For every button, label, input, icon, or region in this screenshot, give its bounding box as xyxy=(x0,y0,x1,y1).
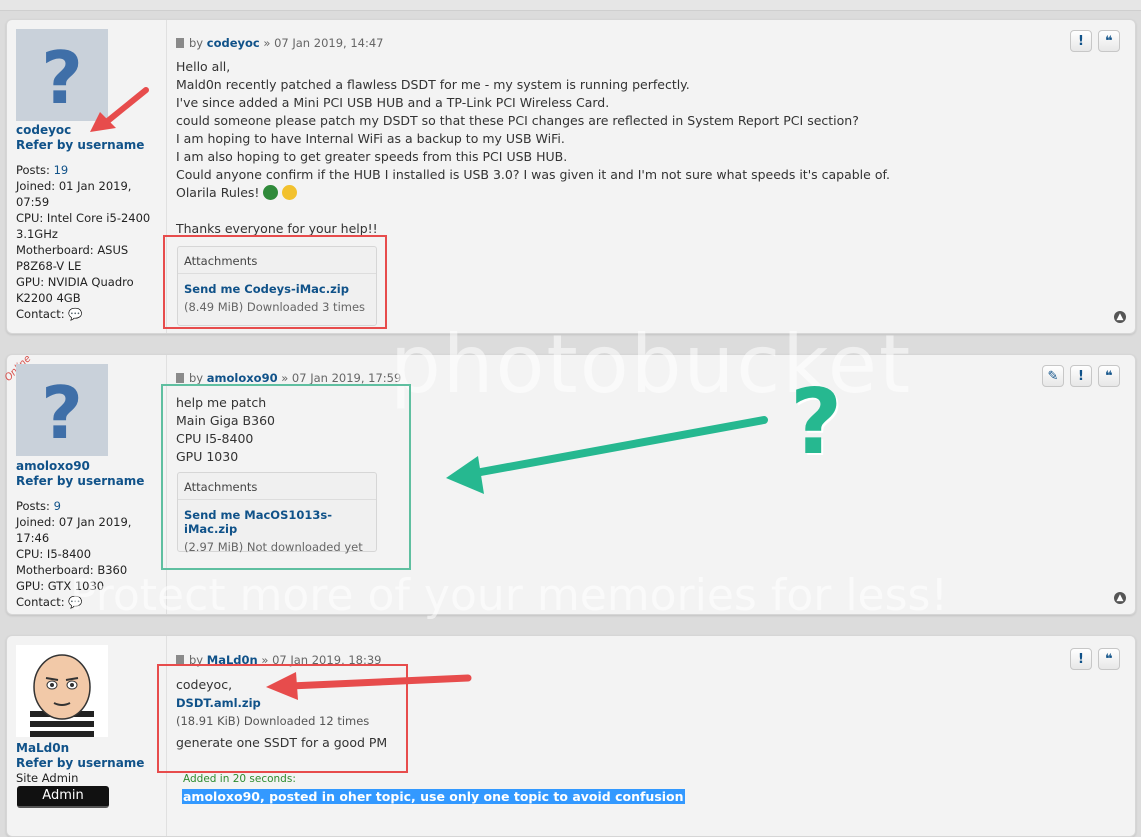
gpu-label: GPU: xyxy=(16,275,45,289)
content-line xyxy=(176,202,890,220)
content-line: could someone please patch my DSDT so th… xyxy=(176,113,859,128)
post-count-link[interactable]: 19 xyxy=(54,163,69,177)
red-highlight-box-attachment xyxy=(163,235,387,329)
post-buttons: ! ❝ xyxy=(1070,30,1120,52)
post-buttons: ! ❝ xyxy=(1070,648,1120,670)
post-header: by amoloxo90 » 07 Jan 2019, 17:59 xyxy=(176,371,401,385)
refer-by-username-link[interactable]: Refer by username xyxy=(16,474,144,488)
refer-by-username-link[interactable]: Refer by username xyxy=(16,756,144,770)
gpu-label: GPU: xyxy=(16,579,45,593)
joined-label: Joined: xyxy=(16,179,56,193)
contact-label: Contact: xyxy=(16,595,65,609)
avatar[interactable] xyxy=(16,645,108,737)
post-header: by codeyoc » 07 Jan 2019, 14:47 xyxy=(176,36,383,50)
green-highlight-box-post xyxy=(161,384,411,570)
report-button[interactable]: ! xyxy=(1070,648,1092,670)
refer-by-username-link[interactable]: Refer by username xyxy=(16,138,144,152)
post-content: Hello all, Mald0n recently patched a fla… xyxy=(176,58,890,238)
quote-button[interactable]: ❝ xyxy=(1098,30,1120,52)
svg-text:?: ? xyxy=(41,371,83,455)
rank-title: Site Admin xyxy=(16,771,79,785)
contact-label: Contact: xyxy=(16,307,65,321)
username-link[interactable]: MaLd0n xyxy=(16,741,69,755)
content-line: I am also hoping to get greater speeds f… xyxy=(176,149,568,164)
smiley-grin-icon xyxy=(282,185,298,200)
post-date: » 07 Jan 2019, 17:59 xyxy=(281,371,402,385)
content-line: Mald0n recently patched a flawless DSDT … xyxy=(176,77,690,92)
profile-info: Posts: 19 Joined: 01 Jan 2019, 07:59 CPU… xyxy=(16,162,156,322)
by-label: by xyxy=(189,36,204,50)
edit-icon: ✎ xyxy=(1047,369,1059,384)
admin-badge: Admin xyxy=(17,786,109,808)
header-author-link[interactable]: codeyoc xyxy=(207,36,260,50)
quote-icon: ❝ xyxy=(1105,652,1113,667)
motherboard-label: Motherboard: xyxy=(16,243,94,257)
post-icon xyxy=(176,38,184,48)
previous-post-edge xyxy=(0,0,1141,11)
report-icon: ! xyxy=(1078,652,1084,667)
content-line: Hello all, xyxy=(176,59,231,74)
avatar[interactable]: ? xyxy=(16,29,108,121)
posts-label: Posts: xyxy=(16,163,50,177)
cartoon-avatar-icon xyxy=(16,645,108,737)
back-to-top-icon[interactable]: ▲ xyxy=(1114,311,1126,323)
post-icon xyxy=(176,373,184,383)
added-note: Added in 20 seconds: xyxy=(183,773,296,785)
green-question-mark-icon: ? xyxy=(790,370,843,475)
quote-button[interactable]: ❝ xyxy=(1098,365,1120,387)
cpu-value: I5-8400 xyxy=(46,547,92,561)
content-line: Olarila Rules! xyxy=(176,185,260,200)
username-link[interactable]: amoloxo90 xyxy=(16,459,90,473)
back-to-top-icon[interactable]: ▲ xyxy=(1114,592,1126,604)
avatar[interactable]: ? xyxy=(16,364,108,456)
post-count-link[interactable]: 9 xyxy=(54,499,61,513)
quote-button[interactable]: ❝ xyxy=(1098,648,1120,670)
header-author-link[interactable]: amoloxo90 xyxy=(207,371,278,385)
contact-icon[interactable]: 💬 xyxy=(68,307,82,321)
watermark-slogan: Protect more of your memories for less! xyxy=(70,570,949,621)
posts-label: Posts: xyxy=(16,499,50,513)
content-line: I am hoping to have Internal WiFi as a b… xyxy=(176,131,565,146)
joined-label: Joined: xyxy=(16,515,56,529)
content-line: I've since added a Mini PCI USB HUB and … xyxy=(176,95,610,110)
svg-text:?: ? xyxy=(41,36,83,120)
quote-icon: ❝ xyxy=(1105,369,1113,384)
report-button[interactable]: ! xyxy=(1070,365,1092,387)
content-line: Could anyone confirm if the HUB I instal… xyxy=(176,167,890,182)
question-mark-avatar-icon: ? xyxy=(16,364,108,456)
report-button[interactable]: ! xyxy=(1070,30,1092,52)
quote-icon: ❝ xyxy=(1105,34,1113,49)
by-label: by xyxy=(189,371,204,385)
post-buttons: ✎ ! ❝ xyxy=(1042,365,1120,387)
report-icon: ! xyxy=(1078,369,1084,384)
edit-button[interactable]: ✎ xyxy=(1042,365,1064,387)
username-link[interactable]: codeyoc xyxy=(16,123,71,137)
red-highlight-box-reply xyxy=(157,664,408,773)
post-date: » 07 Jan 2019, 14:47 xyxy=(263,36,384,50)
report-icon: ! xyxy=(1078,34,1084,49)
smiley-alien-icon xyxy=(263,185,279,200)
cpu-label: CPU: xyxy=(16,547,44,561)
cpu-label: CPU: xyxy=(16,211,44,225)
question-mark-avatar-icon: ? xyxy=(16,29,108,121)
highlighted-text: amoloxo90, posted in oher topic, use onl… xyxy=(182,789,685,804)
content-line-with-smileys: Olarila Rules! xyxy=(176,184,890,202)
